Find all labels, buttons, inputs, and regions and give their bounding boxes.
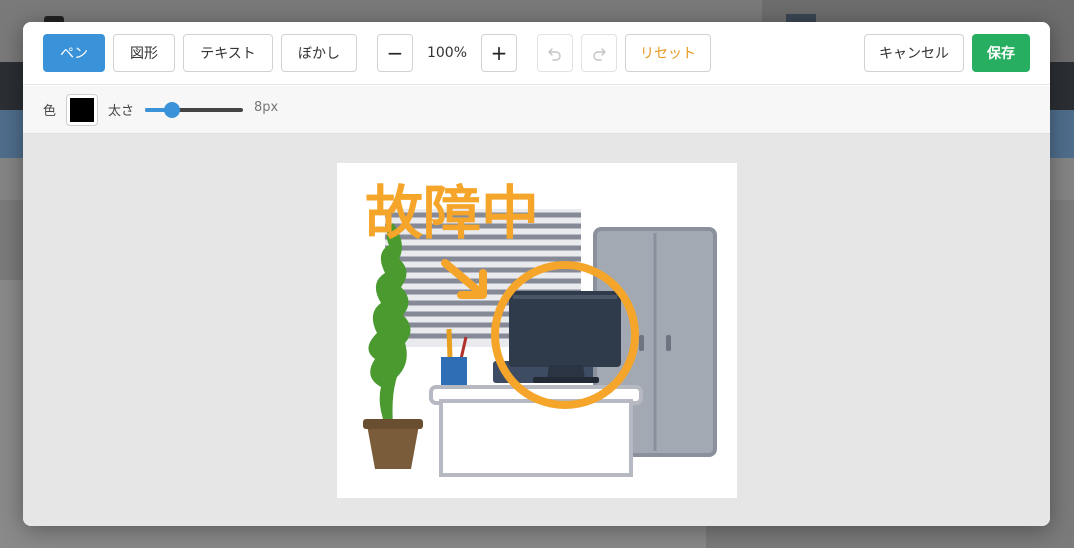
color-label: 色 — [43, 104, 57, 119]
pen-tool-button[interactable]: ペン — [43, 34, 105, 72]
undo-button[interactable] — [537, 34, 573, 72]
zoom-out-button[interactable]: − — [377, 34, 413, 72]
reset-button[interactable]: リセット — [625, 34, 711, 72]
color-picker[interactable] — [66, 94, 98, 126]
office-illustration: 故障中 — [363, 179, 717, 477]
zoom-level: 100% — [426, 45, 468, 61]
drawing-canvas[interactable]: 故障中 — [337, 163, 737, 498]
zoom-in-button[interactable]: + — [481, 34, 517, 72]
stroke-width-slider[interactable] — [145, 102, 243, 118]
slider-thumb[interactable] — [164, 102, 181, 118]
undo-icon — [548, 48, 561, 61]
stroke-width-value: 8px — [254, 100, 279, 115]
editor-toolbar: ペン 図形 テキスト ぼかし − 100% + リセット キャンセル 保存 — [23, 22, 1050, 85]
blur-tool-button[interactable]: ぼかし — [281, 34, 357, 72]
redo-icon — [593, 48, 606, 61]
tool-options-bar: 色 太さ 8px — [23, 86, 1050, 134]
canvas-area: 故障中 — [23, 134, 1050, 526]
save-button[interactable]: 保存 — [972, 34, 1030, 72]
shape-tool-button[interactable]: 図形 — [113, 34, 175, 72]
color-swatch — [70, 98, 94, 122]
image-editor-modal: ペン 図形 テキスト ぼかし − 100% + リセット キャンセル 保存 色 … — [23, 22, 1050, 526]
cancel-button[interactable]: キャンセル — [864, 34, 964, 72]
text-tool-button[interactable]: テキスト — [183, 34, 273, 72]
annotation-text: 故障中 — [365, 179, 539, 247]
redo-button[interactable] — [581, 34, 617, 72]
stroke-width-label: 太さ — [108, 104, 135, 119]
